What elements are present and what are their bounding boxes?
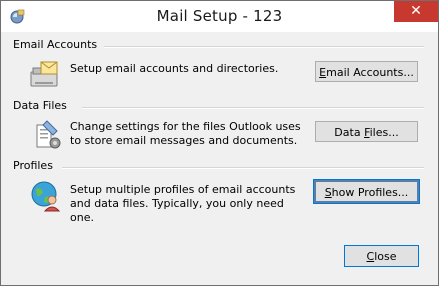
profiles-description: Setup multiple profiles of email account… [70,183,296,224]
dialog-body: Email Accounts Setup email accounts and … [9,32,429,277]
email-accounts-description: Setup email accounts and directories. [70,62,279,75]
button-label-part: iles... [369,126,399,139]
email-accounts-section: Email Accounts Setup email accounts and … [9,38,429,96]
close-button[interactable]: Close [344,245,419,267]
button-label-part: mail Accounts... [326,66,414,79]
window-title: Mail Setup - 123 [156,7,283,25]
window-close-button[interactable]: ✕ [394,1,438,22]
title-bar[interactable]: Mail Setup - 123 ✕ [1,1,438,32]
data-files-description: Change settings for the files Outlook us… [70,120,301,147]
mail-setup-dialog: Mail Setup - 123 ✕ Email Accounts Setup … [0,0,439,286]
section-divider [104,46,424,48]
button-label-part: Data [334,126,365,139]
profiles-icon [31,181,61,212]
data-files-section: Data Files Change settings for the files… [9,99,429,159]
data-files-icon [36,120,61,149]
button-label-part: how Profiles... [331,186,409,199]
section-divider [82,107,424,109]
data-files-button[interactable]: Data Files... [315,121,418,142]
button-accelerator: S [324,186,332,199]
email-accounts-button[interactable]: Email Accounts... [315,61,418,82]
section-heading-profiles: Profiles [13,159,53,172]
show-profiles-button[interactable]: Show Profiles... [313,179,420,204]
email-accounts-icon [30,61,58,87]
button-label-part: lose [374,250,397,263]
section-divider [62,167,424,169]
profiles-section: Profiles Setup multiple profiles of emai… [9,159,429,224]
section-heading-email-accounts: Email Accounts [13,38,98,51]
section-heading-data-files: Data Files [13,99,67,112]
close-icon: ✕ [410,3,422,19]
